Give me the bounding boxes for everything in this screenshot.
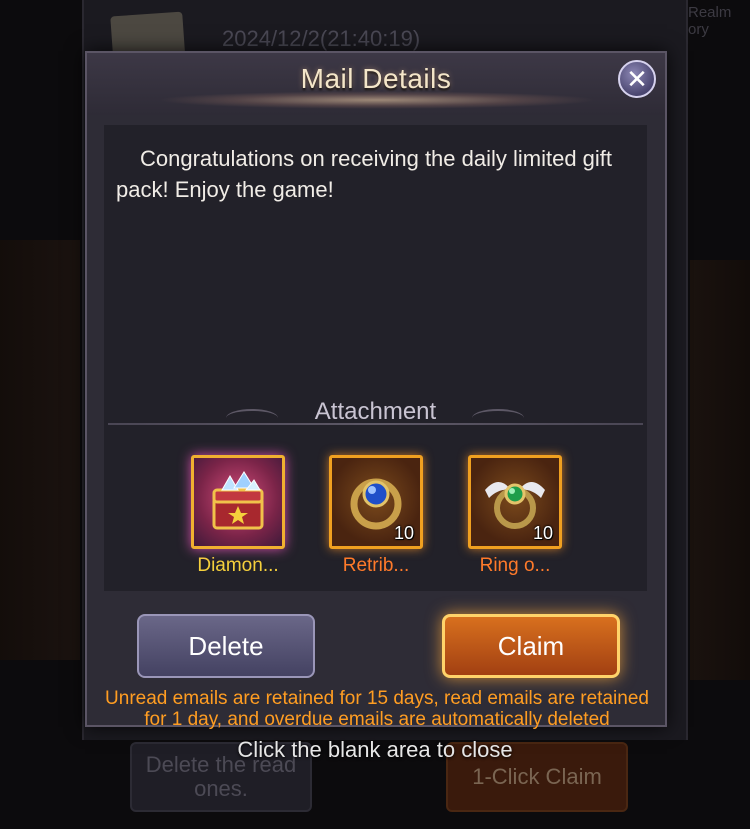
background-art-left: [0, 240, 80, 660]
attachment-item[interactable]: 10 Retrib...: [320, 455, 432, 577]
item-count: 10: [532, 523, 553, 543]
item-frame[interactable]: [191, 455, 285, 549]
item-name: Ring o...: [479, 555, 551, 576]
close-icon[interactable]: ✕: [618, 60, 656, 98]
delete-button[interactable]: Delete: [137, 614, 315, 678]
close-hint[interactable]: Click the blank area to close: [0, 737, 750, 763]
item-frame[interactable]: 10: [329, 455, 423, 549]
mail-message: Congratulations on receiving the daily l…: [116, 146, 613, 202]
retention-note: Unread emails are retained for 15 days, …: [105, 688, 649, 730]
side-text: Realm ory: [688, 4, 732, 38]
dialog-header: Mail Details ✕: [87, 53, 665, 115]
mail-date: 2024/12/2(21:40:19): [222, 26, 421, 51]
background-art-right: [690, 260, 750, 680]
diamond-chest-icon: [212, 471, 264, 530]
item-name: Diamon...: [197, 555, 279, 576]
attachment-item[interactable]: Diamon...: [182, 455, 294, 577]
item-frame[interactable]: 10: [468, 455, 562, 549]
attachment-list: Diamon... 10 Retrib... 10 Ring o...: [104, 455, 647, 585]
item-count: 10: [393, 523, 414, 543]
claim-button[interactable]: Claim: [442, 614, 620, 678]
attachment-item[interactable]: 10 Ring o...: [459, 455, 571, 577]
mail-details-dialog: Mail Details ✕ Congratulations on receiv…: [85, 51, 667, 730]
mail-body: Congratulations on receiving the daily l…: [104, 125, 647, 591]
attachment-label: Attachment: [314, 398, 437, 425]
item-name: Retrib...: [342, 555, 410, 576]
dialog-title: Mail Details: [300, 63, 452, 94]
